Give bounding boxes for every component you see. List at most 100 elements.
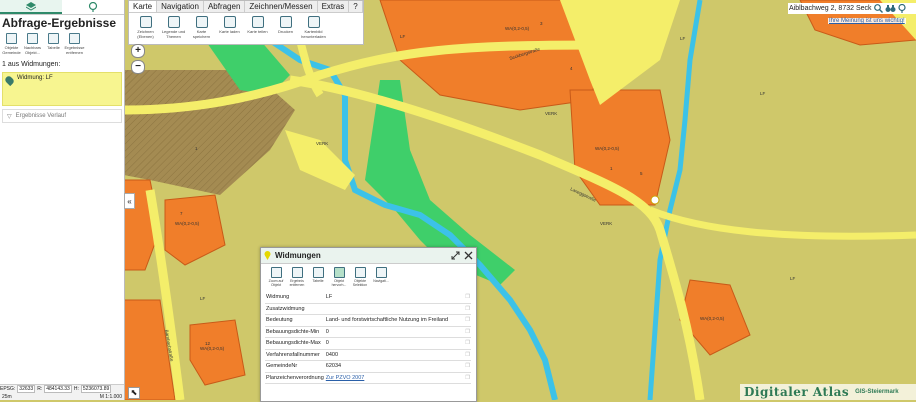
map-label-wa: WA(0,2-0,5) xyxy=(505,26,530,31)
copy-icon[interactable]: ❐ xyxy=(461,372,471,384)
objects-button[interactable]: Objekte Gemeinde xyxy=(2,33,21,55)
select-objects-button[interactable]: Objekte Selektion xyxy=(351,267,369,287)
map-marker[interactable] xyxy=(650,195,660,205)
address-text: Aiblbachweg 2, 8732 Seck xyxy=(789,5,872,12)
result-count: 1 aus Widmungen: xyxy=(2,61,61,68)
tool-label: Objekte Gemeinde xyxy=(2,45,21,55)
print-icon xyxy=(279,16,292,28)
arrow-icon: ⬉ xyxy=(130,388,138,397)
tab-abfragen[interactable]: Abfragen xyxy=(204,1,246,12)
results-history[interactable]: ▽ Ergebnisse Verlauf xyxy=(2,109,122,123)
table-icon xyxy=(312,267,324,278)
left-panel: Abfrage-Ergebnisse Objekte Gemeinde Nach… xyxy=(0,0,125,400)
tab-navigation[interactable]: Navigation xyxy=(157,1,204,12)
pointer-tool-button[interactable]: ⬉ xyxy=(128,387,140,399)
navigate-button[interactable]: Navigati... xyxy=(372,267,390,287)
tab-zeichnen-messen[interactable]: Zeichnen/Messen xyxy=(245,1,318,12)
menu-tabs: Karte Navigation Abfragen Zeichnen/Messe… xyxy=(129,1,363,13)
attr-key: Bebauungsdichte-Max xyxy=(265,337,325,350)
tab-location[interactable] xyxy=(62,0,124,14)
map-label-wa: WA(0,2-0,5) xyxy=(175,221,200,226)
result-item[interactable]: Widmung: LF xyxy=(2,72,122,106)
copy-icon[interactable]: ❐ xyxy=(461,337,471,350)
address-search[interactable]: Aiblbachweg 2, 8732 Seck xyxy=(788,3,916,14)
page-title: Abfrage-Ergebnisse xyxy=(2,16,117,30)
expand-icon[interactable] xyxy=(451,251,460,260)
layers-button[interactable]: Zeichnen (Ebenen) xyxy=(133,16,158,39)
copy-icon[interactable]: ❐ xyxy=(461,326,471,338)
map-label-verk: VERK xyxy=(545,111,557,116)
select-icon xyxy=(354,267,366,278)
zoom-out-button[interactable]: − xyxy=(131,60,145,74)
share-icon xyxy=(251,16,264,28)
copy-icon[interactable]: ❐ xyxy=(461,303,471,315)
tool-label: Tabelle xyxy=(312,279,324,283)
table-row: Zusatzwidmung ❐ xyxy=(265,303,471,315)
tab-layers[interactable] xyxy=(0,0,62,14)
scale-distance: 25m xyxy=(2,393,12,400)
print-button[interactable]: Drucken xyxy=(273,16,298,39)
map-label-verk: VERK xyxy=(316,141,328,146)
feedback-link[interactable]: Ihre Meinung ist uns wichtig! xyxy=(828,18,906,24)
remove-results-button[interactable]: Ergebnisse entfernen xyxy=(65,33,85,55)
tool-label: Navigati... xyxy=(373,279,389,283)
neighbor-button[interactable]: Nachbars Objekt... xyxy=(23,33,42,55)
tab-extras[interactable]: Extras xyxy=(318,1,350,12)
collapse-panel-button[interactable]: « xyxy=(124,193,135,209)
map-label-wa: WA(0,2-0,5) xyxy=(200,346,225,351)
folder-icon xyxy=(223,16,236,28)
main-menu: Karte Navigation Abfragen Zeichnen/Messe… xyxy=(128,0,364,45)
attr-key: Widmung xyxy=(265,292,325,304)
scale-ratio[interactable]: M 1:1.000 xyxy=(100,394,122,400)
search-icon[interactable] xyxy=(873,4,883,13)
map-label-wa: WA(0,2-0,5) xyxy=(700,316,725,321)
load-map-button[interactable]: Karte laden xyxy=(217,16,242,39)
epsg-label: EPSG: xyxy=(0,386,16,392)
highlight-object-button[interactable]: Objekt hervorh... xyxy=(330,267,348,287)
legend-icon xyxy=(167,16,180,28)
neighbor-icon xyxy=(27,33,38,44)
attr-key: Zusatzwidmung xyxy=(265,303,325,315)
zoom-in-button[interactable]: + xyxy=(131,44,145,58)
location-pin-icon[interactable] xyxy=(897,4,906,13)
table-row: GemeindeNr 62034 ❐ xyxy=(265,360,471,373)
zoom-to-object-button[interactable]: Zoom auf Objekt xyxy=(267,267,285,287)
tool-label: Drucken xyxy=(278,29,293,34)
map-label-number: 12 xyxy=(205,341,211,346)
save-map-button[interactable]: Karte speichern xyxy=(189,16,214,39)
trash-icon xyxy=(291,267,303,278)
tool-label: Karte laden xyxy=(219,29,240,34)
binoculars-icon[interactable] xyxy=(885,4,896,13)
copy-icon[interactable]: ❐ xyxy=(461,349,471,361)
table-row: Verfahrensfallnummer 0400 ❐ xyxy=(265,349,471,361)
popup-toolbar: Zoom auf Objekt Ergebnis entfernen Tabel… xyxy=(261,264,476,290)
result-item-label: Widmung: LF xyxy=(17,75,53,81)
tool-label: Zoom auf Objekt xyxy=(268,279,284,287)
tool-label: Objekt hervorh... xyxy=(331,279,347,287)
copy-icon[interactable]: ❐ xyxy=(461,292,471,304)
table-row: Planzeichenverordnung Zur PZVO 2007 ❐ xyxy=(265,372,471,384)
attr-key: Bebauungsdichte-Min xyxy=(265,326,325,338)
table-button[interactable]: Tabelle xyxy=(309,267,327,287)
map-label-verk: VERK xyxy=(600,221,612,226)
legend-button[interactable]: Legende und Themen xyxy=(161,16,186,39)
pzvo-link[interactable]: Zur PZVO 2007 xyxy=(326,375,365,381)
copy-icon[interactable]: ❐ xyxy=(461,314,471,327)
close-icon[interactable] xyxy=(464,251,473,260)
tool-label: Zeichnen (Ebenen) xyxy=(137,29,154,39)
tab-karte[interactable]: Karte xyxy=(129,1,158,12)
trash-icon xyxy=(69,33,80,44)
save-icon xyxy=(195,16,208,28)
attr-value xyxy=(324,303,461,315)
tab-help[interactable]: ? xyxy=(349,1,363,12)
download-map-button[interactable]: Kartenbild herunterladen xyxy=(301,16,326,39)
attr-value: 0400 xyxy=(324,349,461,361)
layers-icon xyxy=(139,16,152,28)
share-map-button[interactable]: Karte teilen xyxy=(245,16,270,39)
copy-icon[interactable]: ❐ xyxy=(461,360,471,373)
table-button[interactable]: Tabelle xyxy=(44,33,63,55)
epsg-value[interactable]: 32633 xyxy=(17,385,36,393)
attr-key: Planzeichenverordnung xyxy=(265,372,325,384)
remove-result-button[interactable]: Ergebnis entfernen xyxy=(288,267,306,287)
chevron-down-icon: ▽ xyxy=(7,113,12,120)
